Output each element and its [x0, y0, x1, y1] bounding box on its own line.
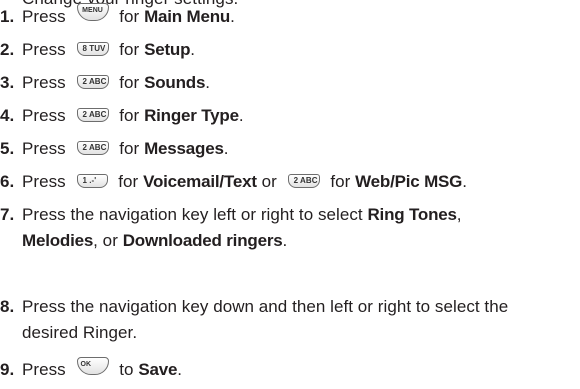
step-2: 2. Press 8 TUV for Setup. [0, 37, 575, 63]
step-text: for [118, 172, 139, 191]
menu-name: Web/Pic MSG [355, 172, 463, 191]
step-text: for [119, 139, 140, 158]
punctuation: . [205, 73, 210, 92]
step-3: 3. Press 2 ABC for Sounds. [0, 70, 575, 96]
action-name: Save [138, 360, 178, 379]
step-text: for [119, 7, 140, 26]
step-5: 5. Press 2 ABC for Messages. [0, 136, 575, 162]
key-2-icon: 2 ABC [76, 74, 109, 89]
step-4: 4. Press 2 ABC for Ringer Type. [0, 103, 575, 129]
menu-name: Voicemail/Text [143, 172, 257, 191]
menu-name: Sounds [144, 73, 206, 92]
step-number: 8. [0, 297, 15, 316]
instruction-page: Change your ringer settings. 1. Press ME… [0, 0, 580, 389]
step-text: to [119, 360, 134, 379]
step-text: Press [22, 7, 66, 26]
step-1: 1. Press MENU for Main Menu. [0, 2, 575, 30]
menu-name: Setup [144, 40, 191, 59]
step-text: Press [22, 40, 66, 59]
menu-name: Ringer Type [144, 106, 239, 125]
key-1-icon: 1 .-' [76, 173, 108, 188]
key-2-icon: 2 ABC [76, 140, 109, 155]
step-text: Press the navigation key down and then l… [22, 297, 509, 316]
step-7: 7. Press the navigation key left or righ… [0, 202, 575, 254]
step-8: 8. Press the navigation key down and the… [0, 294, 575, 346]
punctuation: , [456, 205, 462, 224]
ringer-option: Ring Tones [367, 205, 457, 224]
punctuation: . [462, 172, 467, 191]
ok-key-icon: OK [76, 356, 109, 375]
step-text: Press [22, 139, 66, 158]
punctuation: . [190, 40, 196, 59]
step-text: desired Ringer. [22, 323, 138, 342]
step-number: 2. [0, 40, 15, 59]
step-number: 3. [0, 73, 15, 92]
key-8-icon: 8 TUV [76, 41, 109, 56]
step-text: for [119, 106, 140, 125]
ringer-option: Downloaded ringers [122, 231, 283, 250]
step-text: or [261, 172, 277, 191]
step-number: 9. [0, 360, 15, 379]
step-text: Press the navigation key left or right t… [22, 205, 363, 224]
key-2-icon: 2 ABC [76, 107, 109, 122]
step-text: Press [22, 172, 66, 191]
punctuation: . [230, 7, 235, 26]
menu-key-icon: MENU [76, 2, 109, 21]
step-9: 9. Press OK to Save. [0, 356, 575, 383]
key-2-icon: 2 ABC [287, 173, 320, 188]
menu-name: Messages [144, 139, 224, 158]
step-number: 5. [0, 139, 15, 158]
step-number: 7. [0, 205, 15, 224]
step-number: 4. [0, 106, 15, 125]
punctuation: . [238, 106, 244, 125]
ringer-option: Melodies [22, 231, 94, 250]
step-text: for [330, 172, 351, 191]
punctuation: . [223, 139, 229, 158]
step-text: Press [22, 73, 66, 92]
step-text: , or [93, 231, 118, 250]
step-text: Press [22, 360, 66, 379]
step-text: Press [22, 106, 66, 125]
menu-name: Main Menu [144, 7, 231, 26]
step-number: 6. [0, 172, 15, 191]
step-text: for [119, 73, 140, 92]
punctuation: . [282, 231, 288, 250]
step-text: for [119, 40, 140, 59]
step-number: 1. [0, 7, 15, 26]
step-6: 6. Press 1 .-' for Voicemail/Text or 2 A… [0, 169, 575, 195]
punctuation: . [177, 360, 183, 379]
